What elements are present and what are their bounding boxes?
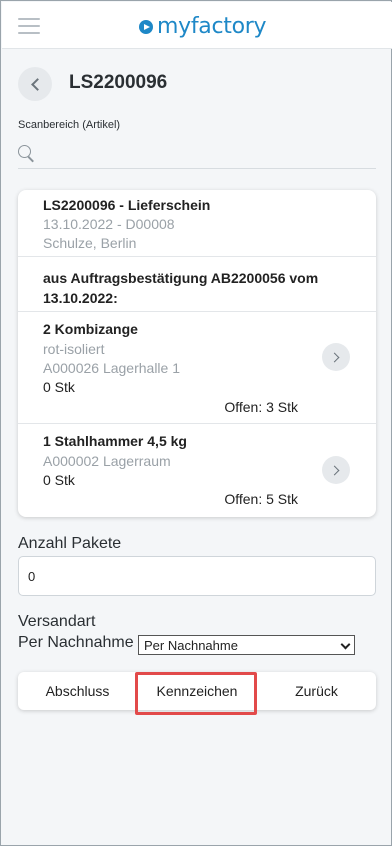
- hamburger-icon[interactable]: [18, 17, 40, 35]
- document-customer: Schulze, Berlin: [43, 235, 137, 251]
- item-open-quantity: Offen: 3 Stk: [224, 399, 298, 415]
- shipping-select-value: Per Nachnahme: [144, 638, 238, 653]
- packages-label: Anzahl Pakete: [18, 535, 122, 552]
- marks-button[interactable]: Kennzeichen: [137, 672, 257, 710]
- packages-input[interactable]: [18, 556, 376, 596]
- shipping-current-value: Per Nachnahme: [18, 634, 134, 651]
- search-icon: [18, 145, 34, 163]
- order-reference-text: aus Auftragsbestätigung AB2200056 vom 13…: [43, 270, 319, 306]
- item-detail-button[interactable]: [322, 343, 350, 371]
- item-description: rot-isoliert: [43, 341, 105, 357]
- top-bar: myfactory: [2, 2, 392, 49]
- chevron-left-icon: [30, 77, 44, 91]
- app-frame: myfactory LS2200096 Scanbereich (Artikel…: [0, 0, 392, 846]
- delivery-note-card: LS2200096 - Lieferschein 13.10.2022 - D0…: [18, 190, 376, 517]
- item-location: A000026 Lagerhalle 1: [43, 360, 181, 376]
- page-title: LS2200096: [69, 72, 168, 93]
- order-reference: aus Auftragsbestätigung AB2200056 vom 13…: [18, 257, 376, 312]
- scan-label: Scanbereich (Artikel): [18, 119, 121, 131]
- document-date-line: 13.10.2022 - D00008: [43, 216, 175, 232]
- logo-text: myfactory: [157, 13, 267, 39]
- document-title: LS2200096 - Lieferschein: [43, 197, 211, 213]
- document-header: LS2200096 - Lieferschein 13.10.2022 - D0…: [18, 190, 376, 257]
- item-title: 1 Stahlhammer 4,5 kg: [43, 433, 187, 449]
- shipping-label: Versandart: [18, 613, 96, 630]
- chevron-down-icon: [340, 639, 351, 650]
- chevron-right-icon: [329, 352, 340, 362]
- shipping-select[interactable]: Per Nachnahme: [138, 635, 355, 655]
- scan-field: [18, 141, 376, 169]
- item-detail-button[interactable]: [322, 456, 350, 484]
- back-action-button[interactable]: Zurück: [257, 672, 376, 710]
- item-open-quantity: Offen: 5 Stk: [224, 491, 298, 507]
- brand-logo: myfactory: [139, 12, 267, 40]
- item-location: A000002 Lagerraum: [43, 453, 171, 469]
- scan-input[interactable]: [42, 143, 372, 165]
- play-circle-icon: [139, 20, 153, 34]
- list-item[interactable]: 1 Stahlhammer 4,5 kg A000002 Lagerraum 0…: [18, 424, 376, 517]
- chevron-right-icon: [329, 465, 340, 475]
- list-item[interactable]: 2 Kombizange rot-isoliert A000026 Lagerh…: [18, 312, 376, 424]
- item-quantity: 0 Stk: [43, 379, 75, 395]
- back-button[interactable]: [18, 67, 52, 101]
- finish-button[interactable]: Abschluss: [18, 672, 137, 710]
- item-quantity: 0 Stk: [43, 472, 75, 488]
- action-bar: Abschluss Kennzeichen Zurück: [18, 672, 376, 710]
- item-title: 2 Kombizange: [43, 321, 138, 337]
